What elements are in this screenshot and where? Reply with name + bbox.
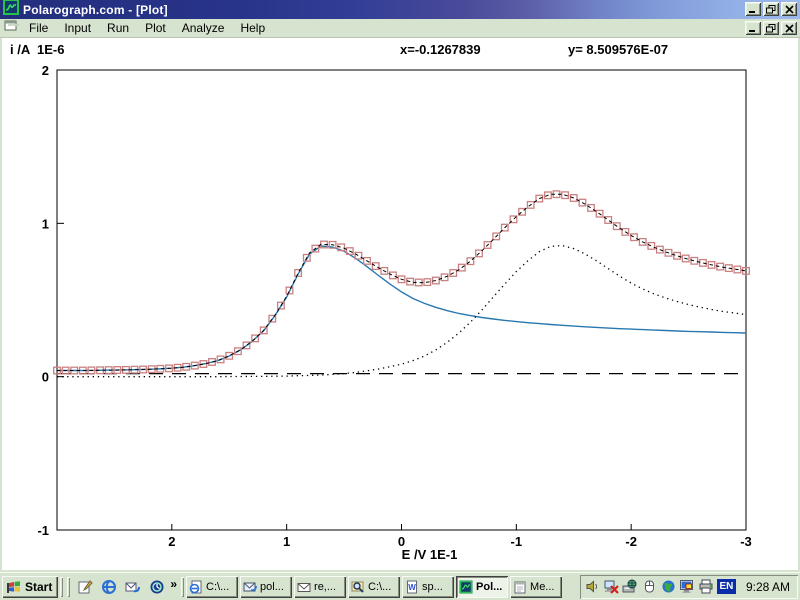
task-button-c[interactable]: C:\...: [186, 576, 238, 598]
taskbar-clock: 9:28 AM: [746, 580, 790, 594]
taskbar-divider[interactable]: [181, 577, 184, 597]
task-button-label: sp...: [422, 581, 443, 593]
task-button-label: C:\...: [206, 581, 229, 593]
quick-launch-bar: [72, 576, 170, 598]
data-point-marker: [390, 272, 397, 279]
mdi-restore-button[interactable]: [763, 21, 779, 35]
x-tick-label: 1: [283, 534, 290, 549]
data-point-marker: [700, 260, 707, 267]
notepad-icon: [513, 580, 527, 594]
mdi-window-controls: [745, 21, 797, 35]
desktop-screen: Polarograph.com - [Plot]: [0, 0, 800, 600]
close-icon[interactable]: [781, 2, 797, 16]
task-button-label: C:\...: [368, 581, 391, 593]
mouse-icon[interactable]: [641, 578, 658, 595]
x-axis-title: E /V 1E-1: [402, 547, 458, 562]
menu-item-run[interactable]: Run: [99, 19, 137, 37]
menu-item-help[interactable]: Help: [232, 19, 273, 37]
task-button-label: Pol...: [476, 581, 502, 593]
outlook-express-icon[interactable]: [122, 576, 144, 598]
windows-logo-icon: [6, 580, 22, 594]
data-point-marker: [631, 234, 638, 241]
taskbar-divider[interactable]: [60, 577, 63, 597]
mdi-minimize-button[interactable]: [745, 21, 761, 35]
menu-items: FileInputRunPlotAnalyzeHelp: [21, 19, 273, 37]
quicklaunch-overflow-chevron[interactable]: »: [170, 577, 179, 597]
menu-item-input[interactable]: Input: [56, 19, 99, 37]
task-button-label: pol...: [260, 581, 284, 593]
data-point-marker: [372, 263, 379, 270]
data-point-marker: [588, 205, 595, 212]
data-point-marker: [441, 274, 448, 281]
hardware-update-icon[interactable]: [622, 578, 639, 595]
display-settings-icon[interactable]: [679, 578, 696, 595]
language-indicator[interactable]: EN: [717, 579, 736, 594]
start-label: Start: [25, 580, 52, 594]
start-button[interactable]: Start: [2, 576, 58, 598]
tray-icon-strip: [584, 578, 715, 595]
outlook-icon: [243, 580, 257, 594]
y-tick-label: 1: [42, 216, 49, 231]
y-tick-label: -1: [37, 523, 49, 538]
x-tick-label: -2: [625, 534, 637, 549]
task-button-c[interactable]: C:\...: [348, 576, 400, 598]
window-controls: [745, 2, 797, 16]
title-bar: Polarograph.com - [Plot]: [0, 0, 800, 19]
envelope-icon: [297, 580, 311, 594]
plot-canvas[interactable]: 210-1-2-3210-1E /V 1E-1: [0, 38, 800, 572]
minimize-button[interactable]: [745, 2, 761, 16]
task-button-sp[interactable]: Wsp...: [402, 576, 454, 598]
word-document-icon: W: [405, 580, 419, 594]
data-point-marker: [674, 253, 681, 260]
restore-button[interactable]: [763, 2, 779, 16]
window-title: Polarograph.com - [Plot]: [23, 3, 168, 17]
mdi-child-icon[interactable]: [4, 19, 19, 38]
y-tick-label: 2: [42, 63, 49, 78]
internet-explorer-icon[interactable]: [98, 576, 120, 598]
network-error-icon[interactable]: [603, 578, 620, 595]
x-tick-label: -1: [511, 534, 523, 549]
task-button-label: re,...: [314, 581, 336, 593]
volume-icon[interactable]: [584, 578, 601, 595]
task-button-pol[interactable]: pol...: [240, 576, 292, 598]
ie-document-icon: [189, 580, 203, 594]
task-button-pol[interactable]: Pol...: [456, 576, 508, 598]
menu-item-analyze[interactable]: Analyze: [174, 19, 233, 37]
series-component-2: [57, 246, 746, 377]
show-desktop-icon[interactable]: [74, 576, 96, 598]
data-point-marker: [648, 243, 655, 250]
mdi-close-icon[interactable]: [781, 21, 797, 35]
polarograph-app-icon: [3, 0, 19, 20]
plot-frame: [57, 70, 746, 530]
media-player-icon[interactable]: [146, 576, 168, 598]
data-point-marker: [691, 258, 698, 265]
taskbar: Start » C:\... pol... re,... C:\... Wsp... Po…: [0, 572, 800, 600]
taskbar-divider[interactable]: [67, 577, 70, 597]
printer-icon[interactable]: [698, 578, 715, 595]
x-tick-label: -3: [740, 534, 752, 549]
y-tick-label: 0: [42, 370, 49, 385]
series-component-1: [57, 246, 746, 371]
task-button-strip: C:\... pol... re,... C:\... Wsp... Pol... Me..…: [186, 576, 564, 598]
menu-item-file[interactable]: File: [21, 19, 56, 37]
data-point-marker: [605, 217, 612, 224]
task-button-label: Me...: [530, 581, 554, 593]
series-measured-data: [54, 191, 750, 374]
x-tick-label: 2: [168, 534, 175, 549]
svg-text:W: W: [408, 583, 416, 592]
search-folder-icon: [351, 580, 365, 594]
menu-bar: FileInputRunPlotAnalyzeHelp: [0, 19, 800, 38]
polarograph-icon: [459, 580, 473, 594]
system-tray: EN 9:28 AM: [580, 575, 798, 599]
task-button-me[interactable]: Me...: [510, 576, 562, 598]
task-button-re[interactable]: re,...: [294, 576, 346, 598]
menu-item-plot[interactable]: Plot: [137, 19, 174, 37]
globe-icon[interactable]: [660, 578, 677, 595]
